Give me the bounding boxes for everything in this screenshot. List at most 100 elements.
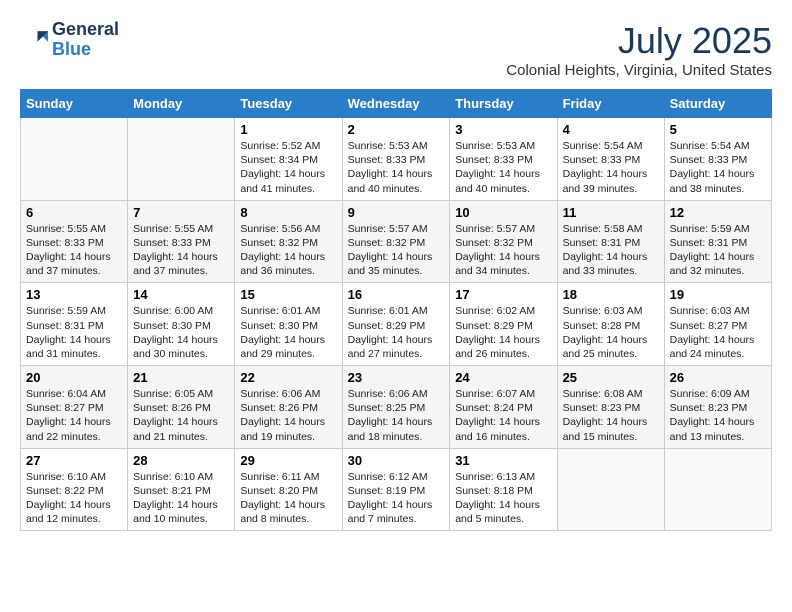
day-info: Sunrise: 6:09 AM Sunset: 8:23 PM Dayligh…	[670, 387, 766, 444]
calendar-cell: 10 Sunrise: 5:57 AM Sunset: 8:32 PM Dayli…	[450, 200, 557, 283]
day-info: Sunrise: 5:52 AM Sunset: 8:34 PM Dayligh…	[240, 139, 336, 196]
calendar-cell: 29 Sunrise: 6:11 AM Sunset: 8:20 PM Dayli…	[235, 448, 342, 531]
day-number: 13	[26, 287, 122, 302]
calendar-cell: 25Sunrise: 6:08 AM Sunset: 8:23 PM Dayli…	[557, 366, 664, 449]
calendar-cell: 12Sunrise: 5:59 AM Sunset: 8:31 PM Dayli…	[664, 200, 771, 283]
calendar-cell: 11 Sunrise: 5:58 AM Sunset: 8:31 PM Dayli…	[557, 200, 664, 283]
calendar-week-row: 13 Sunrise: 5:59 AM Sunset: 8:31 PM Dayli…	[21, 283, 772, 366]
calendar-week-row: 6 Sunrise: 5:55 AM Sunset: 8:33 PM Daylig…	[21, 200, 772, 283]
day-info: Sunrise: 6:11 AM Sunset: 8:20 PM Dayligh…	[240, 470, 336, 527]
calendar-cell	[557, 448, 664, 531]
day-number: 26	[670, 370, 766, 385]
calendar-cell: 13 Sunrise: 5:59 AM Sunset: 8:31 PM Dayli…	[21, 283, 128, 366]
calendar-cell: 22Sunrise: 6:06 AM Sunset: 8:26 PM Dayli…	[235, 366, 342, 449]
day-number: 23	[348, 370, 445, 385]
calendar-table: SundayMondayTuesdayWednesdayThursdayFrid…	[20, 89, 772, 531]
day-info: Sunrise: 6:10 AM Sunset: 8:21 PM Dayligh…	[133, 470, 229, 527]
day-number: 10	[455, 205, 551, 220]
calendar-cell: 7Sunrise: 5:55 AM Sunset: 8:33 PM Daylig…	[128, 200, 235, 283]
calendar-cell: 14 Sunrise: 6:00 AM Sunset: 8:30 PM Dayli…	[128, 283, 235, 366]
calendar-cell: 15 Sunrise: 6:01 AM Sunset: 8:30 PM Dayli…	[235, 283, 342, 366]
day-info: Sunrise: 5:56 AM Sunset: 8:32 PM Dayligh…	[240, 222, 336, 279]
day-number: 27	[26, 453, 122, 468]
logo-text-general: General	[52, 20, 119, 40]
day-info: Sunrise: 5:58 AM Sunset: 8:31 PM Dayligh…	[563, 222, 659, 279]
day-number: 31	[455, 453, 551, 468]
header-cell-thursday: Thursday	[450, 90, 557, 118]
calendar-week-row: 27 Sunrise: 6:10 AM Sunset: 8:22 PM Dayli…	[21, 448, 772, 531]
day-number: 19	[670, 287, 766, 302]
day-number: 22	[240, 370, 336, 385]
day-info: Sunrise: 6:01 AM Sunset: 8:29 PM Dayligh…	[348, 304, 445, 361]
header-cell-wednesday: Wednesday	[342, 90, 450, 118]
day-info: Sunrise: 6:08 AM Sunset: 8:23 PM Dayligh…	[563, 387, 659, 444]
calendar-cell: 30 Sunrise: 6:12 AM Sunset: 8:19 PM Dayli…	[342, 448, 450, 531]
calendar-cell: 20Sunrise: 6:04 AM Sunset: 8:27 PM Dayli…	[21, 366, 128, 449]
calendar-cell: 19Sunrise: 6:03 AM Sunset: 8:27 PM Dayli…	[664, 283, 771, 366]
title-area: July 2025 Colonial Heights, Virginia, Un…	[506, 20, 772, 79]
day-number: 5	[670, 122, 766, 137]
day-number: 18	[563, 287, 659, 302]
day-number: 1	[240, 122, 336, 137]
day-number: 9	[348, 205, 445, 220]
day-info: Sunrise: 6:10 AM Sunset: 8:22 PM Dayligh…	[26, 470, 122, 527]
calendar-week-row: 20Sunrise: 6:04 AM Sunset: 8:27 PM Dayli…	[21, 366, 772, 449]
day-info: Sunrise: 6:01 AM Sunset: 8:30 PM Dayligh…	[240, 304, 336, 361]
day-info: Sunrise: 6:04 AM Sunset: 8:27 PM Dayligh…	[26, 387, 122, 444]
day-info: Sunrise: 5:57 AM Sunset: 8:32 PM Dayligh…	[455, 222, 551, 279]
calendar-cell: 5 Sunrise: 5:54 AM Sunset: 8:33 PM Daylig…	[664, 118, 771, 201]
day-info: Sunrise: 6:00 AM Sunset: 8:30 PM Dayligh…	[133, 304, 229, 361]
day-info: Sunrise: 5:54 AM Sunset: 8:33 PM Dayligh…	[670, 139, 766, 196]
header-cell-tuesday: Tuesday	[235, 90, 342, 118]
day-number: 7	[133, 205, 229, 220]
day-info: Sunrise: 5:59 AM Sunset: 8:31 PM Dayligh…	[26, 304, 122, 361]
calendar-header-row: SundayMondayTuesdayWednesdayThursdayFrid…	[21, 90, 772, 118]
header-cell-saturday: Saturday	[664, 90, 771, 118]
day-number: 30	[348, 453, 445, 468]
calendar-cell: 28Sunrise: 6:10 AM Sunset: 8:21 PM Dayli…	[128, 448, 235, 531]
location-text: Colonial Heights, Virginia, United State…	[506, 62, 772, 79]
logo: General Blue	[20, 20, 119, 60]
calendar-cell: 3Sunrise: 5:53 AM Sunset: 8:33 PM Daylig…	[450, 118, 557, 201]
day-info: Sunrise: 6:12 AM Sunset: 8:19 PM Dayligh…	[348, 470, 445, 527]
logo-icon	[20, 26, 48, 54]
calendar-cell: 8Sunrise: 5:56 AM Sunset: 8:32 PM Daylig…	[235, 200, 342, 283]
day-number: 11	[563, 205, 659, 220]
header-cell-sunday: Sunday	[21, 90, 128, 118]
calendar-cell: 2 Sunrise: 5:53 AM Sunset: 8:33 PM Daylig…	[342, 118, 450, 201]
calendar-cell: 16Sunrise: 6:01 AM Sunset: 8:29 PM Dayli…	[342, 283, 450, 366]
day-info: Sunrise: 6:13 AM Sunset: 8:18 PM Dayligh…	[455, 470, 551, 527]
day-number: 6	[26, 205, 122, 220]
day-info: Sunrise: 5:59 AM Sunset: 8:31 PM Dayligh…	[670, 222, 766, 279]
month-title: July 2025	[506, 20, 772, 62]
calendar-cell: 18 Sunrise: 6:03 AM Sunset: 8:28 PM Dayli…	[557, 283, 664, 366]
day-number: 21	[133, 370, 229, 385]
day-info: Sunrise: 6:03 AM Sunset: 8:28 PM Dayligh…	[563, 304, 659, 361]
calendar-cell: 23 Sunrise: 6:06 AM Sunset: 8:25 PM Dayli…	[342, 366, 450, 449]
calendar-cell	[21, 118, 128, 201]
calendar-cell: 21Sunrise: 6:05 AM Sunset: 8:26 PM Dayli…	[128, 366, 235, 449]
calendar-cell: 27 Sunrise: 6:10 AM Sunset: 8:22 PM Dayli…	[21, 448, 128, 531]
calendar-cell: 31 Sunrise: 6:13 AM Sunset: 8:18 PM Dayli…	[450, 448, 557, 531]
day-number: 17	[455, 287, 551, 302]
day-info: Sunrise: 5:57 AM Sunset: 8:32 PM Dayligh…	[348, 222, 445, 279]
day-number: 29	[240, 453, 336, 468]
day-number: 15	[240, 287, 336, 302]
header: General Blue July 2025 Colonial Heights,…	[20, 20, 772, 79]
day-info: Sunrise: 5:54 AM Sunset: 8:33 PM Dayligh…	[563, 139, 659, 196]
day-info: Sunrise: 6:07 AM Sunset: 8:24 PM Dayligh…	[455, 387, 551, 444]
calendar-cell: 17Sunrise: 6:02 AM Sunset: 8:29 PM Dayli…	[450, 283, 557, 366]
calendar-cell: 4Sunrise: 5:54 AM Sunset: 8:33 PM Daylig…	[557, 118, 664, 201]
day-number: 14	[133, 287, 229, 302]
calendar-body: 1 Sunrise: 5:52 AM Sunset: 8:34 PM Daylig…	[21, 118, 772, 531]
day-info: Sunrise: 5:53 AM Sunset: 8:33 PM Dayligh…	[348, 139, 445, 196]
day-info: Sunrise: 5:55 AM Sunset: 8:33 PM Dayligh…	[26, 222, 122, 279]
calendar-week-row: 1 Sunrise: 5:52 AM Sunset: 8:34 PM Daylig…	[21, 118, 772, 201]
day-number: 24	[455, 370, 551, 385]
header-cell-monday: Monday	[128, 90, 235, 118]
day-number: 2	[348, 122, 445, 137]
day-info: Sunrise: 6:06 AM Sunset: 8:25 PM Dayligh…	[348, 387, 445, 444]
calendar-cell	[128, 118, 235, 201]
day-number: 3	[455, 122, 551, 137]
logo-text-blue: Blue	[52, 40, 119, 60]
